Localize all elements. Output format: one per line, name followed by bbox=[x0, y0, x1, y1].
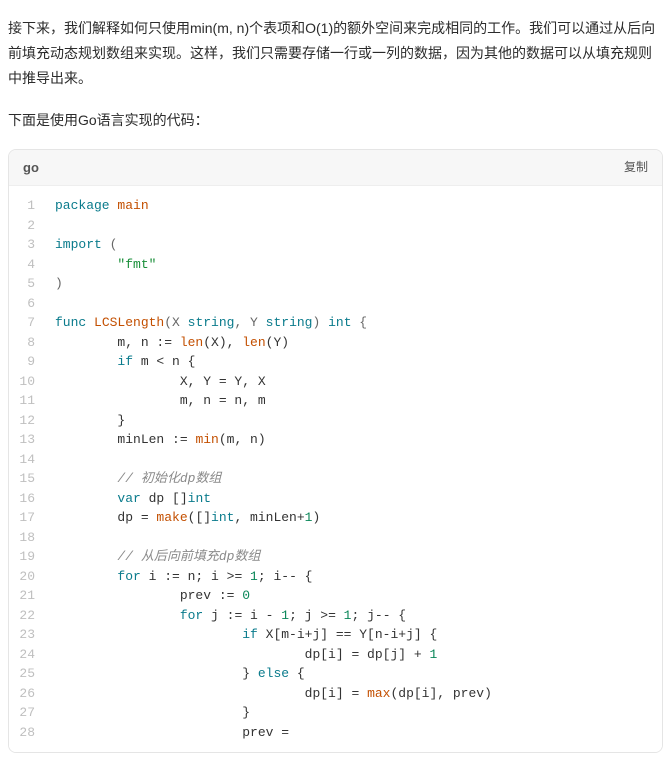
line-number: 7 bbox=[9, 313, 43, 333]
line-number: 16 bbox=[9, 489, 43, 509]
line-number: 26 bbox=[9, 684, 43, 704]
code-line bbox=[55, 450, 650, 470]
code-line: // 从后向前填充dp数组 bbox=[55, 547, 650, 567]
line-number: 5 bbox=[9, 274, 43, 294]
line-number: 28 bbox=[9, 723, 43, 743]
line-number: 8 bbox=[9, 333, 43, 353]
code-line: ) bbox=[55, 274, 650, 294]
code-line: var dp []int bbox=[55, 489, 650, 509]
explanation-paragraph: 接下来，我们解释如何只使用min(m, n)个表项和O(1)的额外空间来完成相同… bbox=[8, 16, 663, 92]
code-lines: package main import ( "fmt") func LCSLen… bbox=[43, 186, 662, 752]
line-number: 18 bbox=[9, 528, 43, 548]
copy-button[interactable]: 复制 bbox=[624, 157, 648, 179]
line-number: 17 bbox=[9, 508, 43, 528]
code-line: prev := 0 bbox=[55, 586, 650, 606]
code-line: dp = make([]int, minLen+1) bbox=[55, 508, 650, 528]
line-number: 1 bbox=[9, 196, 43, 216]
line-number: 23 bbox=[9, 625, 43, 645]
line-number-gutter: 1234567891011121314151617181920212223242… bbox=[9, 186, 43, 752]
code-line: m, n = n, m bbox=[55, 391, 650, 411]
code-language-label: go bbox=[23, 156, 39, 179]
line-number: 24 bbox=[9, 645, 43, 665]
code-line: minLen := min(m, n) bbox=[55, 430, 650, 450]
code-line: import ( bbox=[55, 235, 650, 255]
line-number: 15 bbox=[9, 469, 43, 489]
code-line: dp[i] = max(dp[i], prev) bbox=[55, 684, 650, 704]
line-number: 22 bbox=[9, 606, 43, 626]
code-block: go 复制 1234567891011121314151617181920212… bbox=[8, 149, 663, 753]
line-number: 6 bbox=[9, 294, 43, 314]
line-number: 3 bbox=[9, 235, 43, 255]
code-header: go 复制 bbox=[9, 150, 662, 186]
line-number: 13 bbox=[9, 430, 43, 450]
line-number: 19 bbox=[9, 547, 43, 567]
code-line: if X[m-i+j] == Y[n-i+j] { bbox=[55, 625, 650, 645]
code-line: for j := i - 1; j >= 1; j-- { bbox=[55, 606, 650, 626]
line-number: 12 bbox=[9, 411, 43, 431]
code-line: } bbox=[55, 411, 650, 431]
lead-in-paragraph: 下面是使用Go语言实现的代码： bbox=[8, 108, 663, 133]
line-number: 25 bbox=[9, 664, 43, 684]
code-line: prev = bbox=[55, 723, 650, 743]
code-body: 1234567891011121314151617181920212223242… bbox=[9, 186, 662, 752]
line-number: 11 bbox=[9, 391, 43, 411]
code-line: func LCSLength(X string, Y string) int { bbox=[55, 313, 650, 333]
code-line: "fmt" bbox=[55, 255, 650, 275]
code-line: X, Y = Y, X bbox=[55, 372, 650, 392]
code-line: } else { bbox=[55, 664, 650, 684]
code-line: } bbox=[55, 703, 650, 723]
code-line: if m < n { bbox=[55, 352, 650, 372]
line-number: 2 bbox=[9, 216, 43, 236]
line-number: 21 bbox=[9, 586, 43, 606]
line-number: 4 bbox=[9, 255, 43, 275]
code-line bbox=[55, 294, 650, 314]
line-number: 20 bbox=[9, 567, 43, 587]
code-line: m, n := len(X), len(Y) bbox=[55, 333, 650, 353]
line-number: 14 bbox=[9, 450, 43, 470]
code-line bbox=[55, 216, 650, 236]
code-line: for i := n; i >= 1; i-- { bbox=[55, 567, 650, 587]
code-line: dp[i] = dp[j] + 1 bbox=[55, 645, 650, 665]
code-line: package main bbox=[55, 196, 650, 216]
line-number: 9 bbox=[9, 352, 43, 372]
line-number: 10 bbox=[9, 372, 43, 392]
line-number: 27 bbox=[9, 703, 43, 723]
code-line: // 初始化dp数组 bbox=[55, 469, 650, 489]
code-line bbox=[55, 528, 650, 548]
